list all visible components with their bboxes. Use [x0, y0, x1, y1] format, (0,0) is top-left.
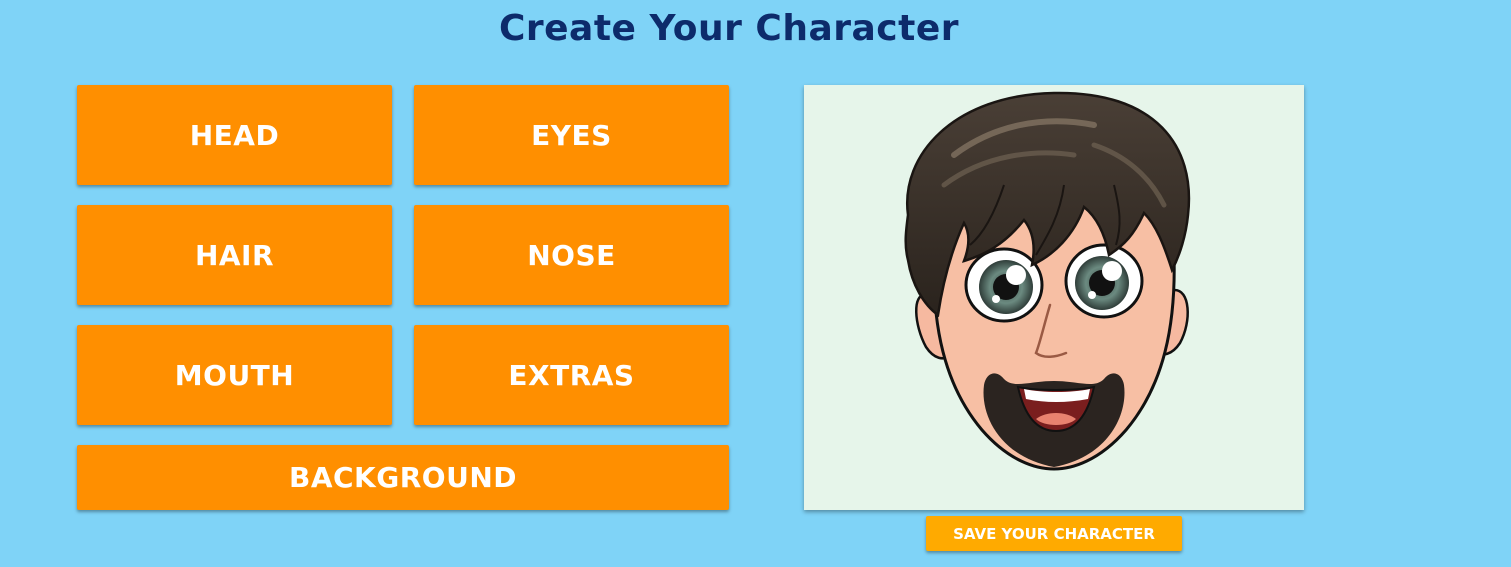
head-button[interactable]: HEAD: [77, 85, 392, 185]
extras-button[interactable]: EXTRAS: [414, 325, 729, 425]
character-face-illustration: [904, 91, 1191, 471]
save-character-button[interactable]: SAVE YOUR CHARACTER: [926, 516, 1182, 551]
background-button[interactable]: BACKGROUND: [77, 445, 729, 510]
page-title: Create Your Character: [498, 8, 960, 49]
character-preview: [804, 85, 1304, 510]
nose-button[interactable]: NOSE: [414, 205, 729, 305]
mouth-button[interactable]: MOUTH: [77, 325, 392, 425]
hair-button[interactable]: HAIR: [77, 205, 392, 305]
eyes-button[interactable]: EYES: [414, 85, 729, 185]
